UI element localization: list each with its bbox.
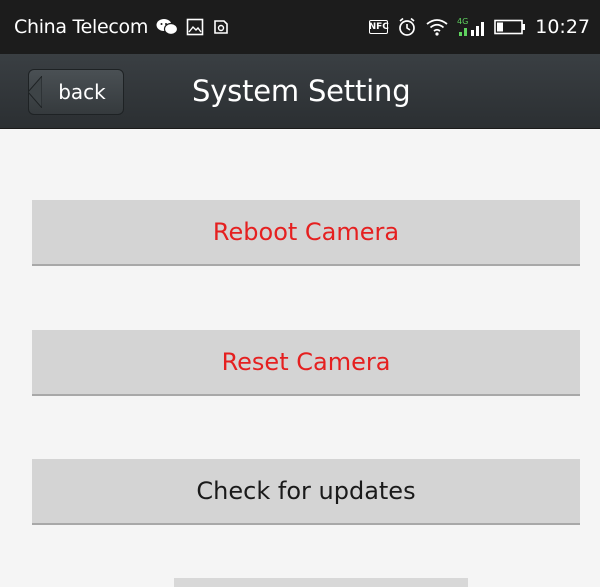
- check-for-updates-button[interactable]: Check for updates: [32, 459, 580, 525]
- gallery-icon: [212, 18, 230, 36]
- clock: 10:27: [535, 16, 590, 38]
- network-badge: 4G: [457, 17, 468, 26]
- reset-camera-label: Reset Camera: [221, 348, 391, 376]
- reboot-camera-button[interactable]: Reboot Camera: [32, 200, 580, 266]
- page-title: System Setting: [192, 74, 411, 108]
- status-bar: China Telecom NFC 4G 10:27: [0, 0, 600, 54]
- partial-button[interactable]: [174, 578, 468, 587]
- battery-icon: [494, 19, 526, 35]
- system-setting-screen: China Telecom NFC 4G 10:27 back System S…: [0, 0, 600, 587]
- back-button-label: back: [58, 80, 106, 104]
- wechat-icon: [156, 18, 179, 36]
- back-arrow-icon: [28, 76, 42, 108]
- alarm-icon: [397, 17, 417, 37]
- carrier-name: China Telecom: [14, 16, 149, 38]
- system-status-icons: NFC 4G 10:27: [369, 16, 590, 38]
- reset-camera-button[interactable]: Reset Camera: [32, 330, 580, 396]
- signal-icon: 4G: [457, 16, 485, 38]
- wifi-icon: [426, 18, 448, 36]
- back-button[interactable]: back: [28, 69, 124, 115]
- nfc-icon: NFC: [368, 20, 389, 34]
- notification-icons: [156, 18, 230, 36]
- check-for-updates-label: Check for updates: [196, 477, 416, 505]
- reboot-camera-label: Reboot Camera: [212, 218, 400, 246]
- image-icon: [186, 18, 204, 36]
- title-bar: back System Setting: [0, 54, 600, 129]
